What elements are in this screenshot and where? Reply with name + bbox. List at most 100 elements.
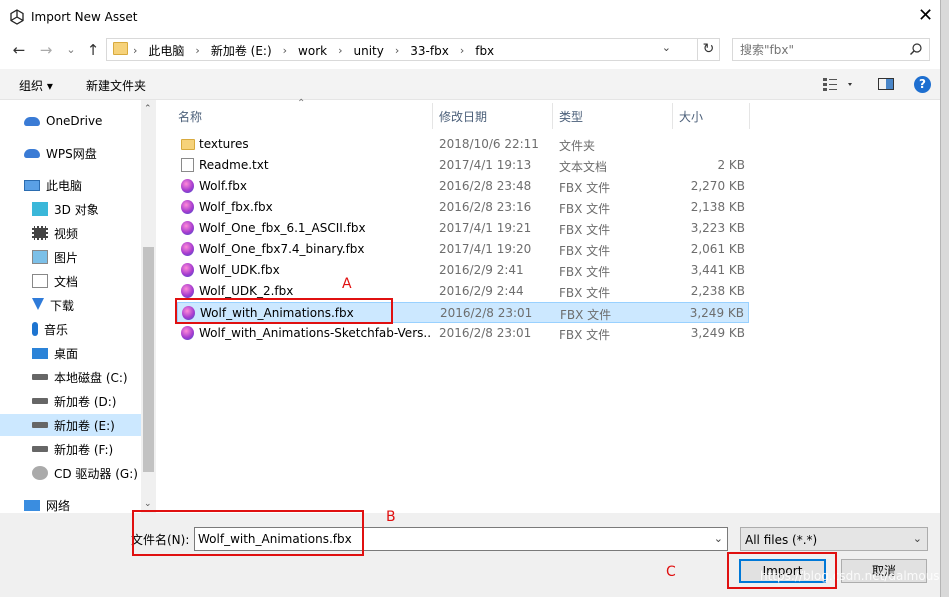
sidebar-item-label: WPS网盘 <box>46 146 97 161</box>
annotation-label-a: A <box>342 276 352 292</box>
file-type: FBX 文件 <box>560 308 612 322</box>
file-row[interactable]: Wolf_fbx.fbx 2016/2/8 23:16 FBX 文件 2,138 KB <box>177 197 749 218</box>
organize-button[interactable]: 组织 ▾ <box>19 77 53 94</box>
view-options-button[interactable] <box>822 75 856 96</box>
chevron-down-icon[interactable]: ⌄ <box>714 532 723 545</box>
column-header-name[interactable]: 名称 <box>178 108 202 125</box>
annotation-label-b: B <box>386 509 396 525</box>
sidebar-item-label: OneDrive <box>46 114 103 128</box>
breadcrumb-separator-icon[interactable]: › <box>395 44 399 57</box>
breadcrumb-item[interactable]: 33-fbx <box>410 44 449 58</box>
column-divider[interactable] <box>749 103 750 129</box>
file-size: 2,061 KB <box>690 242 745 256</box>
sidebar-item[interactable]: 音乐 <box>32 318 68 340</box>
sidebar-item-label: 3D 对象 <box>54 202 99 217</box>
file-date: 2016/2/9 2:44 <box>439 284 524 298</box>
sidebar-item[interactable]: OneDrive <box>24 110 102 132</box>
sidebar-item[interactable]: 此电脑 <box>24 174 82 196</box>
drive-icon <box>32 398 48 404</box>
sidebar-item-label: 新加卷 (D:) <box>54 394 117 409</box>
file-row[interactable]: Wolf.fbx 2016/2/8 23:48 FBX 文件 2,270 KB <box>177 176 749 197</box>
refresh-button[interactable]: ↻ <box>698 38 720 61</box>
sidebar-item[interactable]: 文档 <box>32 270 78 292</box>
file-type-value: All files (*.*) <box>745 533 818 547</box>
sidebar-item[interactable]: 图片 <box>32 246 78 268</box>
sidebar-item-label: 图片 <box>54 250 79 265</box>
scroll-up-icon[interactable]: ⌃ <box>144 104 152 114</box>
sidebar-item[interactable]: CD 驱动器 (G:) <box>32 462 138 484</box>
desktop-icon <box>32 347 48 359</box>
toolbar: 组织 ▾ 新建文件夹 <box>0 69 940 100</box>
column-divider[interactable] <box>552 103 553 129</box>
annotation-box-b <box>132 510 364 556</box>
new-folder-button[interactable]: 新建文件夹 <box>86 77 146 94</box>
breadcrumb-item[interactable]: 新加卷 (E:) <box>211 42 272 59</box>
column-divider[interactable] <box>672 103 673 129</box>
up-button[interactable]: ↑ <box>84 40 102 60</box>
file-date: 2018/10/6 22:11 <box>439 137 539 151</box>
file-type: FBX 文件 <box>559 244 611 258</box>
file-row[interactable]: Wolf_with_Animations-Sketchfab-Vers... 20… <box>177 323 749 344</box>
file-row[interactable]: Readme.txt 2017/4/1 19:13 文本文档 2 KB <box>177 155 749 176</box>
address-bar[interactable]: › 此电脑 › 新加卷 (E:) › work › unity › 33-fbx › fbx ⌄ <box>106 38 698 61</box>
breadcrumb-separator-icon[interactable]: › <box>283 44 287 57</box>
breadcrumb-separator-icon[interactable]: › <box>460 44 464 57</box>
sidebar-item[interactable]: 桌面 <box>32 342 78 364</box>
breadcrumb: › 此电脑 › 新加卷 (E:) › work › unity › 33-fbx › fbx <box>133 42 494 59</box>
column-header-date[interactable]: 修改日期 <box>439 108 487 125</box>
search-box[interactable] <box>732 38 930 61</box>
file-type-filter[interactable]: All files (*.*) ⌄ <box>740 527 928 551</box>
sidebar-item-label: CD 驱动器 (G:) <box>54 466 138 481</box>
breadcrumb-item[interactable]: unity <box>354 44 384 58</box>
navigation-pane: OneDrive WPS网盘此电脑 3D 对象视频图片文档 下载 音乐 桌面 本地磁盘 (C… <box>0 100 156 513</box>
breadcrumb-item[interactable]: fbx <box>475 44 494 58</box>
scroll-down-icon[interactable]: ⌄ <box>144 499 152 509</box>
chevron-down-icon[interactable]: ⌄ <box>662 41 671 54</box>
sidebar-item[interactable]: 下载 <box>32 294 74 316</box>
file-row[interactable]: Wolf_UDK.fbx 2016/2/9 2:41 FBX 文件 3,441 KB <box>177 260 749 281</box>
column-header-type[interactable]: 类型 <box>559 108 583 125</box>
column-divider[interactable] <box>432 103 433 129</box>
close-button[interactable]: ✕ <box>918 6 933 26</box>
breadcrumb-item[interactable]: 此电脑 <box>148 42 184 59</box>
column-header-size[interactable]: 大小 <box>679 108 703 125</box>
file-type: 文本文档 <box>559 160 608 174</box>
sidebar-item[interactable]: WPS网盘 <box>24 142 97 164</box>
video-icon <box>32 226 48 240</box>
file-date: 2016/2/8 23:16 <box>439 200 532 214</box>
breadcrumb-separator-icon[interactable]: › <box>133 44 137 57</box>
folder-icon <box>181 139 195 150</box>
file-date: 2016/2/8 23:48 <box>439 179 532 193</box>
file-size: 2,138 KB <box>690 200 745 214</box>
file-row[interactable]: Wolf_One_fbx7.4_binary.fbx 2017/4/1 19:20… <box>177 239 749 260</box>
breadcrumb-separator-icon[interactable]: › <box>338 44 342 57</box>
annotation-box-a <box>175 298 393 324</box>
view-list-icon <box>823 78 852 91</box>
file-row[interactable]: Wolf_One_fbx_6.1_ASCII.fbx 2017/4/1 19:21… <box>177 218 749 239</box>
sidebar-item[interactable]: 新加卷 (D:) <box>32 390 116 412</box>
sidebar-item[interactable]: 本地磁盘 (C:) <box>32 366 128 388</box>
sidebar-item[interactable]: 新加卷 (E:) <box>0 414 141 436</box>
sidebar-item-label: 此电脑 <box>46 178 83 193</box>
navigation-scrollbar[interactable]: ⌃ ⌄ <box>141 100 156 513</box>
recent-locations-button[interactable]: ⌄ <box>62 40 80 60</box>
breadcrumb-item[interactable]: work <box>298 44 327 58</box>
file-type: FBX 文件 <box>559 265 611 279</box>
file-size: 2 KB <box>717 158 745 172</box>
annotation-label-c: C <box>666 564 676 580</box>
file-name: Wolf_UDK_2.fbx <box>199 284 294 298</box>
breadcrumb-separator-icon[interactable]: › <box>195 44 199 57</box>
file-row[interactable]: textures 2018/10/6 22:11 文件夹 <box>177 134 749 155</box>
file-size: 2,238 KB <box>690 284 745 298</box>
sidebar-item[interactable]: 新加卷 (F:) <box>32 438 113 460</box>
preview-pane-button[interactable] <box>877 75 895 96</box>
back-button[interactable]: ← <box>10 40 28 60</box>
search-input[interactable] <box>733 39 903 60</box>
file-name: Readme.txt <box>199 158 269 172</box>
forward-button[interactable]: → <box>37 40 55 60</box>
fbx-file-icon <box>181 284 194 298</box>
sidebar-item[interactable]: 视频 <box>32 222 78 244</box>
scrollbar-thumb[interactable] <box>143 247 154 472</box>
sidebar-item[interactable]: 3D 对象 <box>32 198 99 220</box>
help-icon[interactable]: ? <box>914 76 931 93</box>
